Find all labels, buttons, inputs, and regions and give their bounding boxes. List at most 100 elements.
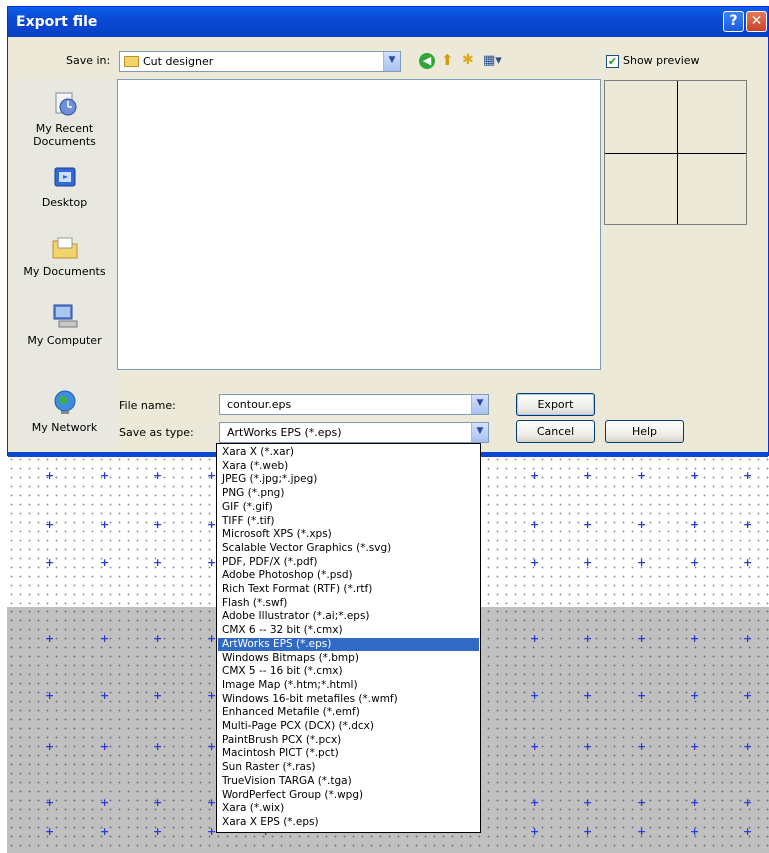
grid-cross-icon: + xyxy=(583,689,593,702)
file-type-option[interactable]: Xara X (*.xar) xyxy=(218,446,479,459)
place-desktop[interactable]: Desktop xyxy=(12,163,117,209)
chevron-down-icon[interactable]: ▼ xyxy=(383,52,400,71)
preview-crosshair-vertical xyxy=(677,81,678,224)
file-type-option[interactable]: TrueVision TARGA (*.tga) xyxy=(218,775,479,788)
back-icon[interactable]: ◀ xyxy=(419,53,435,69)
grid-cross-icon: + xyxy=(153,556,163,569)
my-network-icon xyxy=(54,390,75,414)
save-as-type-dropdown[interactable]: ArtWorks EPS (*.eps) ▼ xyxy=(219,422,489,443)
file-type-option[interactable]: ArtWorks EPS (*.eps) xyxy=(218,637,479,651)
grid-cross-icon: + xyxy=(690,518,700,531)
file-type-option[interactable]: Adobe Illustrator (*.ai;*.eps) xyxy=(218,610,479,623)
file-type-option[interactable]: WordPerfect Group (*.wpg) xyxy=(218,789,479,802)
views-menu-icon[interactable]: ▦▾ xyxy=(483,53,505,69)
grid-cross-icon: + xyxy=(45,689,55,702)
file-type-option[interactable]: Windows Bitmaps (*.bmp) xyxy=(218,652,479,665)
cancel-button[interactable]: Cancel xyxy=(516,420,595,443)
grid-cross-icon: + xyxy=(690,632,700,645)
file-type-option[interactable]: Adobe Photoshop (*.psd) xyxy=(218,569,479,582)
grid-cross-icon: + xyxy=(100,518,110,531)
grid-cross-icon: + xyxy=(637,632,647,645)
show-preview-checkbox[interactable]: ✔ xyxy=(606,55,619,68)
place-my-documents[interactable]: My Documents xyxy=(12,232,117,278)
grid-cross-icon: + xyxy=(637,796,647,809)
grid-cross-icon: + xyxy=(583,518,593,531)
file-type-option[interactable]: Enhanced Metafile (*.emf) xyxy=(218,706,479,719)
grid-cross-icon: + xyxy=(100,825,110,838)
file-list-view[interactable] xyxy=(117,79,601,370)
new-folder-icon[interactable]: ✱ xyxy=(462,52,480,69)
grid-cross-icon: + xyxy=(637,518,647,531)
file-type-option[interactable]: PaintBrush PCX (*.pcx) xyxy=(218,734,479,747)
file-type-option[interactable]: Scalable Vector Graphics (*.svg) xyxy=(218,542,479,555)
grid-cross-icon: + xyxy=(207,632,217,645)
grid-cross-icon: + xyxy=(100,796,110,809)
place-my-computer[interactable]: My Computer xyxy=(12,301,117,347)
file-type-option[interactable]: Multi-Page PCX (DCX) (*.dcx) xyxy=(218,720,479,733)
file-type-option[interactable]: Windows 16-bit metafiles (*.wmf) xyxy=(218,693,479,706)
chevron-down-icon[interactable]: ▼ xyxy=(471,423,488,442)
grid-cross-icon: + xyxy=(100,556,110,569)
grid-cross-icon: + xyxy=(45,825,55,838)
file-type-option[interactable]: Microsoft XPS (*.xps) xyxy=(218,528,479,541)
grid-cross-icon: + xyxy=(690,556,700,569)
save-as-type-label: Save as type: xyxy=(119,426,194,439)
chevron-down-icon[interactable]: ▼ xyxy=(471,395,488,414)
file-type-option[interactable]: Image Map (*.htm;*.html) xyxy=(218,679,479,692)
grid-cross-icon: + xyxy=(207,469,217,482)
grid-cross-icon: + xyxy=(530,632,540,645)
grid-cross-icon: + xyxy=(637,469,647,482)
grid-cross-icon: + xyxy=(743,518,753,531)
place-label: My Documents xyxy=(23,265,106,278)
title-bar[interactable]: Export file ? ✕ xyxy=(8,7,768,37)
grid-cross-icon: + xyxy=(743,825,753,838)
help-title-button[interactable]: ? xyxy=(723,11,744,32)
grid-cross-icon: + xyxy=(743,556,753,569)
grid-cross-icon: + xyxy=(690,740,700,753)
file-name-value[interactable]: contour.eps xyxy=(227,398,291,411)
export-button[interactable]: Export xyxy=(516,393,595,416)
grid-cross-icon: + xyxy=(100,469,110,482)
file-name-combobox[interactable]: contour.eps ▼ xyxy=(219,394,489,415)
grid-cross-icon: + xyxy=(207,518,217,531)
grid-cross-icon: + xyxy=(153,518,163,531)
file-type-option[interactable]: JPEG (*.jpg;*.jpeg) xyxy=(218,473,479,486)
file-type-list[interactable]: Xara X (*.xar) Xara (*.web) JPEG (*.jpg;*.… xyxy=(216,443,481,833)
place-label: My Recent Documents xyxy=(33,122,96,148)
place-my-network[interactable]: My Network xyxy=(12,388,117,434)
file-type-option[interactable]: CMX 6 -- 32 bit (*.cmx) xyxy=(218,624,479,637)
show-preview-label: Show preview xyxy=(623,54,700,67)
grid-cross-icon: + xyxy=(207,825,217,838)
file-type-option[interactable]: GIF (*.gif) xyxy=(218,501,479,514)
file-type-option[interactable]: Flash (*.swf) xyxy=(218,597,479,610)
question-icon: ? xyxy=(729,13,738,29)
file-type-option[interactable]: Xara (*.web) xyxy=(218,460,479,473)
file-type-option[interactable]: Xara X EPS (*.eps) xyxy=(218,816,479,829)
file-type-option[interactable]: Rich Text Format (RTF) (*.rtf) xyxy=(218,583,479,596)
file-type-option[interactable]: CMX 5 -- 16 bit (*.cmx) xyxy=(218,665,479,678)
grid-cross-icon: + xyxy=(207,740,217,753)
file-type-option[interactable]: Macintosh PICT (*.pct) xyxy=(218,747,479,760)
up-folder-icon[interactable]: ⬆ xyxy=(441,52,457,69)
grid-cross-icon: + xyxy=(583,796,593,809)
my-computer-icon xyxy=(53,304,77,328)
grid-cross-icon: + xyxy=(153,469,163,482)
place-recent-documents[interactable]: My Recent Documents xyxy=(12,89,117,148)
file-type-option[interactable]: PDF, PDF/X (*.pdf) xyxy=(218,556,479,569)
file-type-option[interactable]: Sun Raster (*.ras) xyxy=(218,761,479,774)
save-in-dropdown[interactable]: Cut designer ▼ xyxy=(119,51,401,72)
file-type-option[interactable]: PNG (*.png) xyxy=(218,487,479,500)
file-type-option[interactable]: Xara (*.wix) xyxy=(218,802,479,815)
file-name-label: File name: xyxy=(119,399,176,412)
place-label: My Network xyxy=(31,421,98,434)
grid-cross-icon: + xyxy=(743,632,753,645)
file-type-option[interactable]: TIFF (*.tif) xyxy=(218,515,479,528)
help-button[interactable]: Help xyxy=(605,420,684,443)
grid-cross-icon: + xyxy=(637,556,647,569)
grid-cross-icon: + xyxy=(530,825,540,838)
grid-cross-icon: + xyxy=(100,740,110,753)
place-label: My Computer xyxy=(27,334,102,347)
grid-cross-icon: + xyxy=(45,740,55,753)
desktop-icon xyxy=(54,167,75,187)
close-button[interactable]: ✕ xyxy=(746,11,767,32)
